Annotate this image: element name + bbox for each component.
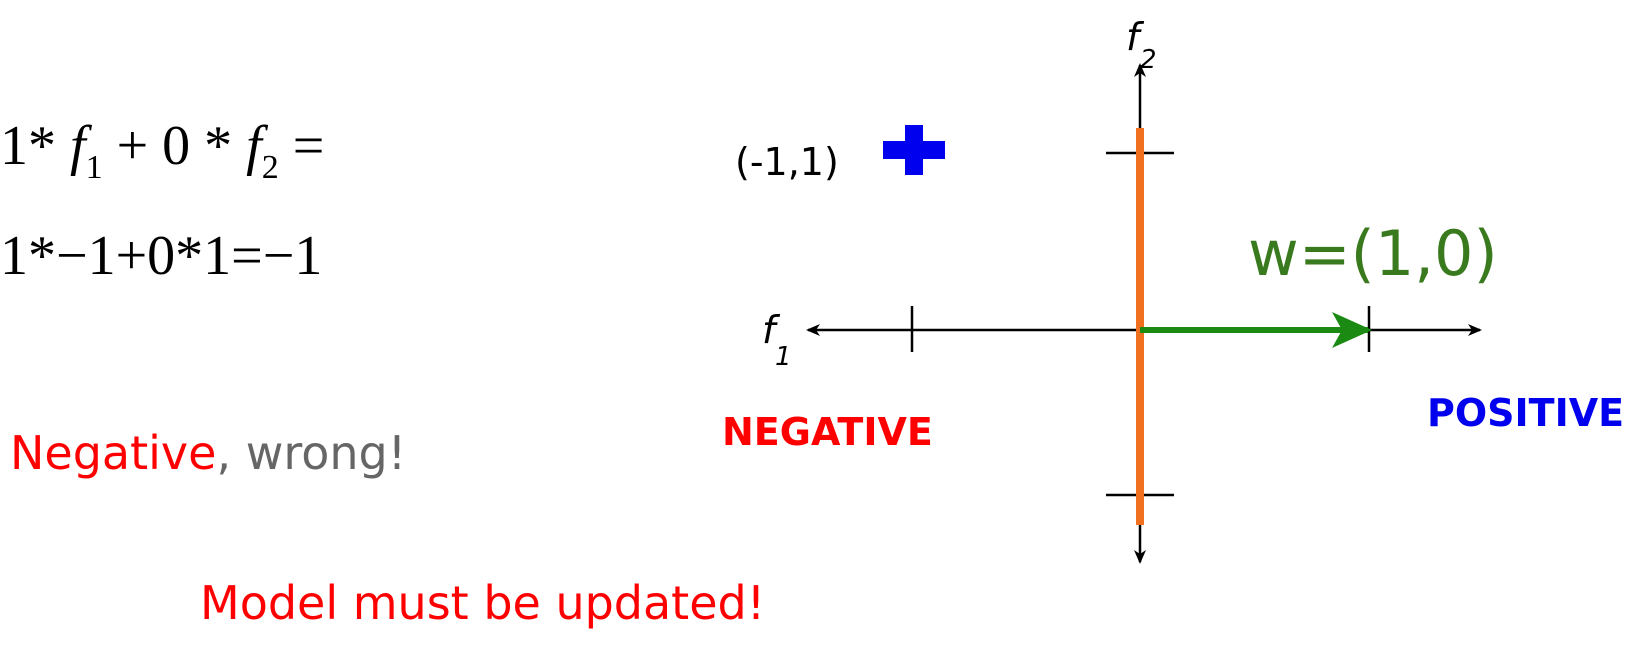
point-label: (-1,1) xyxy=(735,140,839,184)
weight-label: w=(1,0) xyxy=(1248,217,1498,290)
negative-side-label: NEGATIVE xyxy=(722,410,933,454)
positive-side-label: POSITIVE xyxy=(1427,391,1624,435)
feature-space-diagram: f 2 f 1 (-1,1) w=(1,0) NEGATIVE POSITIVE xyxy=(722,15,1624,564)
y-axis-subscript: 2 xyxy=(1140,45,1157,75)
positive-point-marker xyxy=(883,125,945,175)
x-axis-subscript: 1 xyxy=(775,342,792,372)
